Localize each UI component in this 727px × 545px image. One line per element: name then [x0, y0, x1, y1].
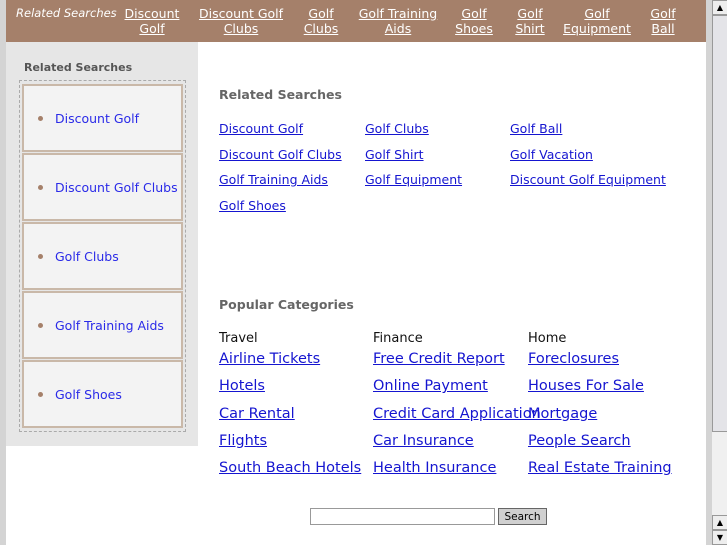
category-link[interactable]: Online Payment	[373, 378, 488, 394]
category-link[interactable]: Hotels	[219, 378, 265, 394]
nav-link-line2: Ball	[651, 21, 675, 36]
scroll-up-arrow-icon[interactable]: ▲	[712, 0, 727, 15]
category-link[interactable]: Airline Tickets	[219, 351, 320, 367]
sidebar-item-link[interactable]: Discount Golf Clubs	[55, 180, 178, 195]
category-link[interactable]: Health Insurance	[373, 460, 496, 476]
nav-link[interactable]: Golf Clubs	[298, 6, 344, 36]
sidebar: Related Searches Discount Golf Discount G…	[6, 42, 198, 446]
category-link[interactable]: Car Rental	[219, 406, 295, 422]
related-link[interactable]: Golf Ball	[510, 121, 562, 136]
related-searches-title: Related Searches	[219, 87, 342, 102]
category-heading: Home	[528, 331, 567, 346]
nav-link[interactable]: Golf Training Aids	[356, 6, 440, 36]
nav-link-line2: Clubs	[223, 21, 259, 36]
category-link[interactable]: Free Credit Report	[373, 351, 505, 367]
related-link[interactable]: Golf Shoes	[219, 198, 286, 213]
related-link[interactable]: Discount Golf Equipment	[510, 172, 666, 187]
category-link[interactable]: Mortgage	[528, 406, 597, 422]
nav-link-line2: Shirt	[515, 21, 545, 36]
related-link[interactable]: Golf Equipment	[365, 172, 462, 187]
nav-link[interactable]: Golf Equipment	[558, 6, 636, 36]
category-link[interactable]: Flights	[219, 433, 267, 449]
nav-link[interactable]: Golf Shoes	[452, 6, 496, 36]
related-link[interactable]: Golf Vacation	[510, 147, 593, 162]
category-link[interactable]: Car Insurance	[373, 433, 474, 449]
scroll-up-arrow-icon[interactable]: ▲	[712, 515, 727, 530]
nav-link-line2: Aids	[384, 21, 412, 36]
sidebar-title: Related Searches	[24, 61, 133, 74]
sidebar-item[interactable]: Golf Clubs	[22, 222, 183, 290]
nav-link-line1: Golf	[308, 6, 334, 21]
related-link[interactable]: Golf Training Aids	[219, 172, 328, 187]
category-link[interactable]: Credit Card Application	[373, 406, 541, 422]
bullet-icon	[38, 184, 43, 190]
category-link[interactable]: Houses For Sale	[528, 378, 644, 394]
sidebar-item-link[interactable]: Golf Clubs	[55, 249, 119, 264]
nav-link-line1: Golf	[517, 6, 543, 21]
nav-link[interactable]: Golf Shirt	[510, 6, 550, 36]
sidebar-item-link[interactable]: Golf Shoes	[55, 387, 122, 402]
related-link[interactable]: Golf Shirt	[365, 147, 424, 162]
sidebar-item[interactable]: Golf Training Aids	[22, 291, 183, 359]
search-input[interactable]	[310, 508, 495, 525]
category-link[interactable]: Real Estate Training	[528, 460, 672, 476]
nav-link-line1: Discount	[124, 6, 180, 21]
category-heading: Travel	[219, 331, 258, 346]
nav-link-line1: Golf	[584, 6, 610, 21]
category-heading: Finance	[373, 331, 423, 346]
bullet-icon	[38, 391, 43, 397]
category-link[interactable]: People Search	[528, 433, 631, 449]
nav-link-line2: Golf	[139, 21, 165, 36]
sidebar-item-link[interactable]: Discount Golf	[55, 111, 139, 126]
bullet-icon	[38, 253, 43, 259]
nav-link[interactable]: Discount Golf Clubs	[196, 6, 286, 36]
related-link[interactable]: Discount Golf	[219, 121, 303, 136]
sidebar-item[interactable]: Golf Shoes	[22, 360, 183, 428]
vertical-scrollbar[interactable]: ▲ ▲ ▼	[712, 0, 727, 545]
nav-link-line2: Shoes	[455, 21, 493, 36]
nav-link-line2: Clubs	[303, 21, 339, 36]
scroll-down-arrow-icon[interactable]: ▼	[712, 530, 727, 545]
top-navigation: Related Searches Discount Golf Discount Go…	[6, 0, 706, 42]
bullet-icon	[38, 115, 43, 121]
category-link[interactable]: Foreclosures	[528, 351, 619, 367]
sidebar-item-link[interactable]: Golf Training Aids	[55, 318, 164, 333]
nav-link[interactable]: Golf Ball	[644, 6, 682, 36]
page: Related Searches Discount Golf Discount Go…	[6, 0, 706, 545]
search-button[interactable]: Search	[498, 508, 547, 525]
sidebar-list: Discount Golf Discount Golf Clubs Golf Clu…	[19, 80, 186, 432]
sidebar-item[interactable]: Discount Golf Clubs	[22, 153, 183, 221]
related-link[interactable]: Discount Golf Clubs	[219, 147, 342, 162]
sidebar-item[interactable]: Discount Golf	[22, 84, 183, 152]
nav-link-line1: Golf Training	[358, 6, 438, 21]
bullet-icon	[38, 322, 43, 328]
scrollbar-thumb[interactable]	[712, 15, 727, 432]
nav-link-line1: Golf	[650, 6, 676, 21]
nav-link-line1: Golf	[461, 6, 487, 21]
nav-lead-label: Related Searches	[16, 6, 117, 20]
category-link[interactable]: South Beach Hotels	[219, 460, 361, 476]
nav-link[interactable]: Discount Golf	[124, 6, 180, 36]
nav-link-line2: Equipment	[563, 21, 631, 36]
nav-link-line1: Discount Golf	[198, 6, 284, 21]
popular-categories-title: Popular Categories	[219, 297, 354, 312]
related-link[interactable]: Golf Clubs	[365, 121, 429, 136]
